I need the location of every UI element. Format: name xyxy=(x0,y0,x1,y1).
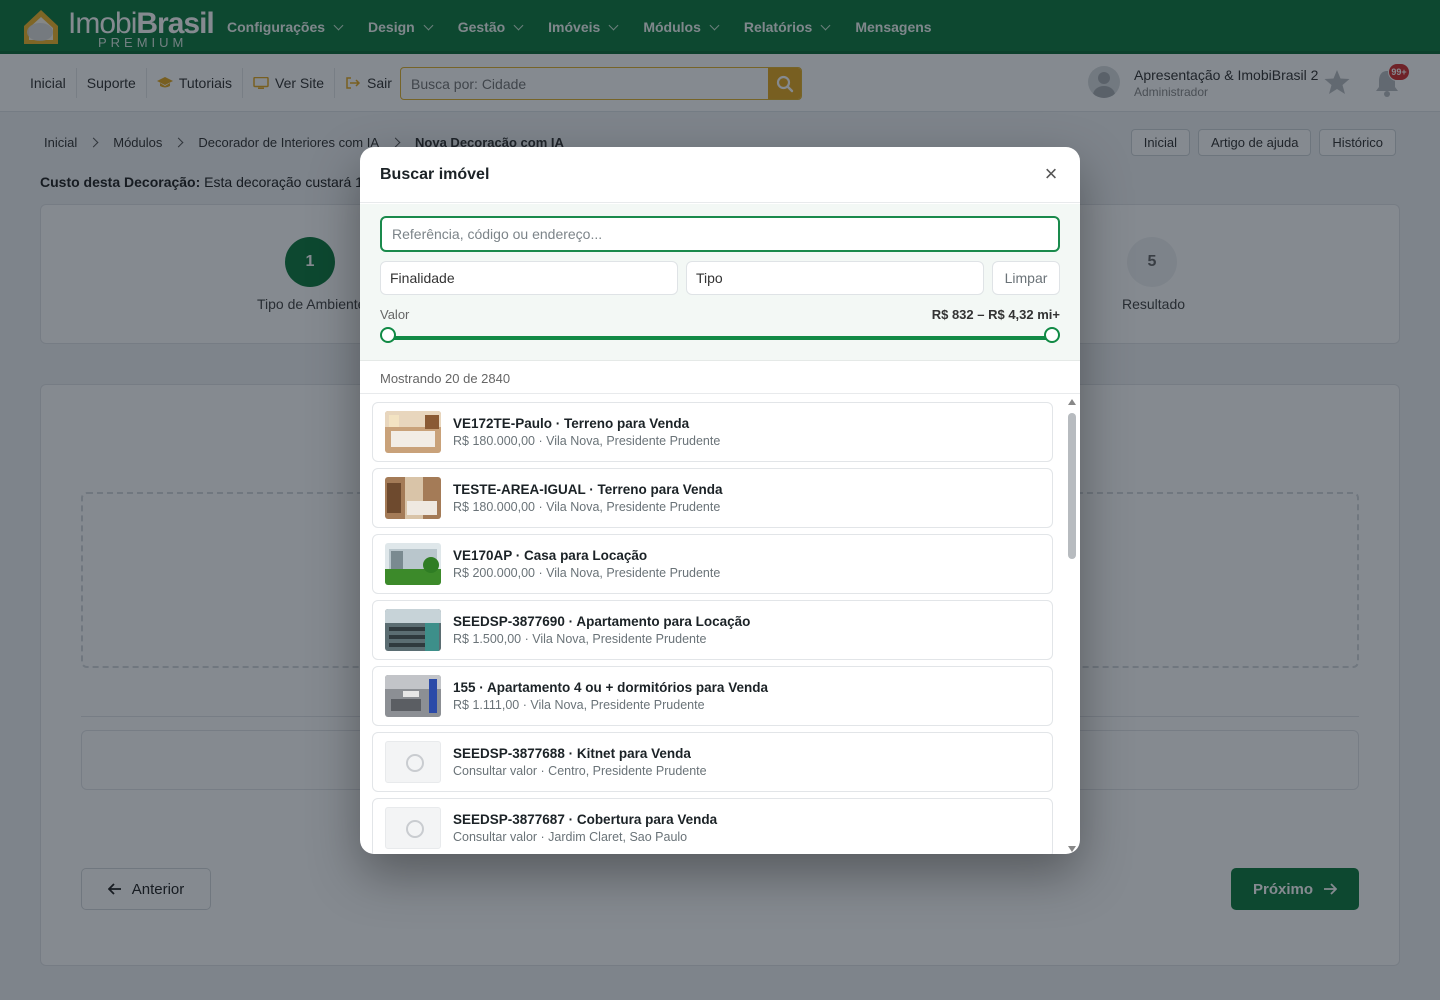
item-title: SEEDSP-3877688 · Kitnet para Venda xyxy=(453,746,691,761)
list-item[interactable]: 155 · Apartamento 4 ou + dormitórios par… xyxy=(372,666,1053,726)
modal-filters: Finalidade Tipo Limpar Valor R$ 832 – R$… xyxy=(360,204,1080,361)
image-placeholder-icon xyxy=(385,741,441,783)
item-details: R$ 1.500,00 · Vila Nova, Presidente Prud… xyxy=(453,632,707,646)
property-search-modal: Buscar imóvel × Finalidade Tipo Limpar V… xyxy=(360,147,1080,854)
item-details: R$ 1.111,00 · Vila Nova, Presidente Prud… xyxy=(453,698,705,712)
item-details: Consultar valor · Centro, Presidente Pru… xyxy=(453,764,707,778)
list-item[interactable]: VE172TE-Paulo · Terreno para Venda R$ 180… xyxy=(372,402,1053,462)
property-thumbnail xyxy=(385,411,441,453)
item-details: R$ 180.000,00 · Vila Nova, Presidente Pr… xyxy=(453,434,721,448)
list-item[interactable]: VE170AP · Casa para Locação R$ 200.000,00… xyxy=(372,534,1053,594)
modal-header: Buscar imóvel × xyxy=(360,147,1080,203)
close-icon[interactable]: × xyxy=(1040,163,1062,186)
finalidade-select[interactable]: Finalidade xyxy=(380,261,678,295)
tipo-select[interactable]: Tipo xyxy=(686,261,984,295)
image-placeholder-icon xyxy=(385,807,441,849)
property-thumbnail xyxy=(385,675,441,717)
price-slider-track[interactable] xyxy=(388,336,1052,340)
clear-button[interactable]: Limpar xyxy=(992,261,1060,295)
reference-search xyxy=(380,216,1060,252)
scrollbar-thumb[interactable] xyxy=(1068,413,1076,559)
property-thumbnail xyxy=(385,609,441,651)
results-count: Mostrando 20 de 2840 xyxy=(380,371,511,386)
item-title: TESTE-AREA-IGUAL · Terreno para Venda xyxy=(453,482,723,497)
price-slider-min-handle[interactable] xyxy=(380,327,396,343)
list-item[interactable]: SEEDSP-3877690 · Apartamento para Locaçã… xyxy=(372,600,1053,660)
reference-search-input[interactable] xyxy=(382,218,1058,250)
item-title: VE172TE-Paulo · Terreno para Venda xyxy=(453,416,690,431)
item-title: SEEDSP-3877690 · Apartamento para Locaçã… xyxy=(453,614,751,629)
price-slider-max-handle[interactable] xyxy=(1044,327,1060,343)
list-item[interactable]: SEEDSP-3877688 · Kitnet para Venda Consul… xyxy=(372,732,1053,792)
scrollbar[interactable] xyxy=(1067,394,1077,854)
item-title: 155 · Apartamento 4 ou + dormitórios par… xyxy=(453,680,768,695)
scroll-up-icon[interactable] xyxy=(1068,399,1076,405)
list-item[interactable]: SEEDSP-3877687 · Cobertura para Venda Con… xyxy=(372,798,1053,854)
item-details: R$ 200.000,00 · Vila Nova, Presidente Pr… xyxy=(453,566,721,580)
item-details: Consultar valor · Jardim Claret, Sao Pau… xyxy=(453,830,688,844)
property-thumbnail xyxy=(385,543,441,585)
price-label: Valor xyxy=(380,307,410,322)
results-list: VE172TE-Paulo · Terreno para Venda R$ 180… xyxy=(360,393,1080,854)
item-title: SEEDSP-3877687 · Cobertura para Venda xyxy=(453,812,718,827)
item-title: VE170AP · Casa para Locação xyxy=(453,548,648,563)
scroll-down-icon[interactable] xyxy=(1068,846,1076,852)
property-thumbnail xyxy=(385,477,441,519)
price-range-value: R$ 832 – R$ 4,32 mi+ xyxy=(931,307,1060,322)
price-slider-fill xyxy=(388,336,1052,340)
list-item[interactable]: TESTE-AREA-IGUAL · Terreno para Venda R$ … xyxy=(372,468,1053,528)
modal-title: Buscar imóvel xyxy=(380,166,490,183)
item-details: R$ 180.000,00 · Vila Nova, Presidente Pr… xyxy=(453,500,721,514)
